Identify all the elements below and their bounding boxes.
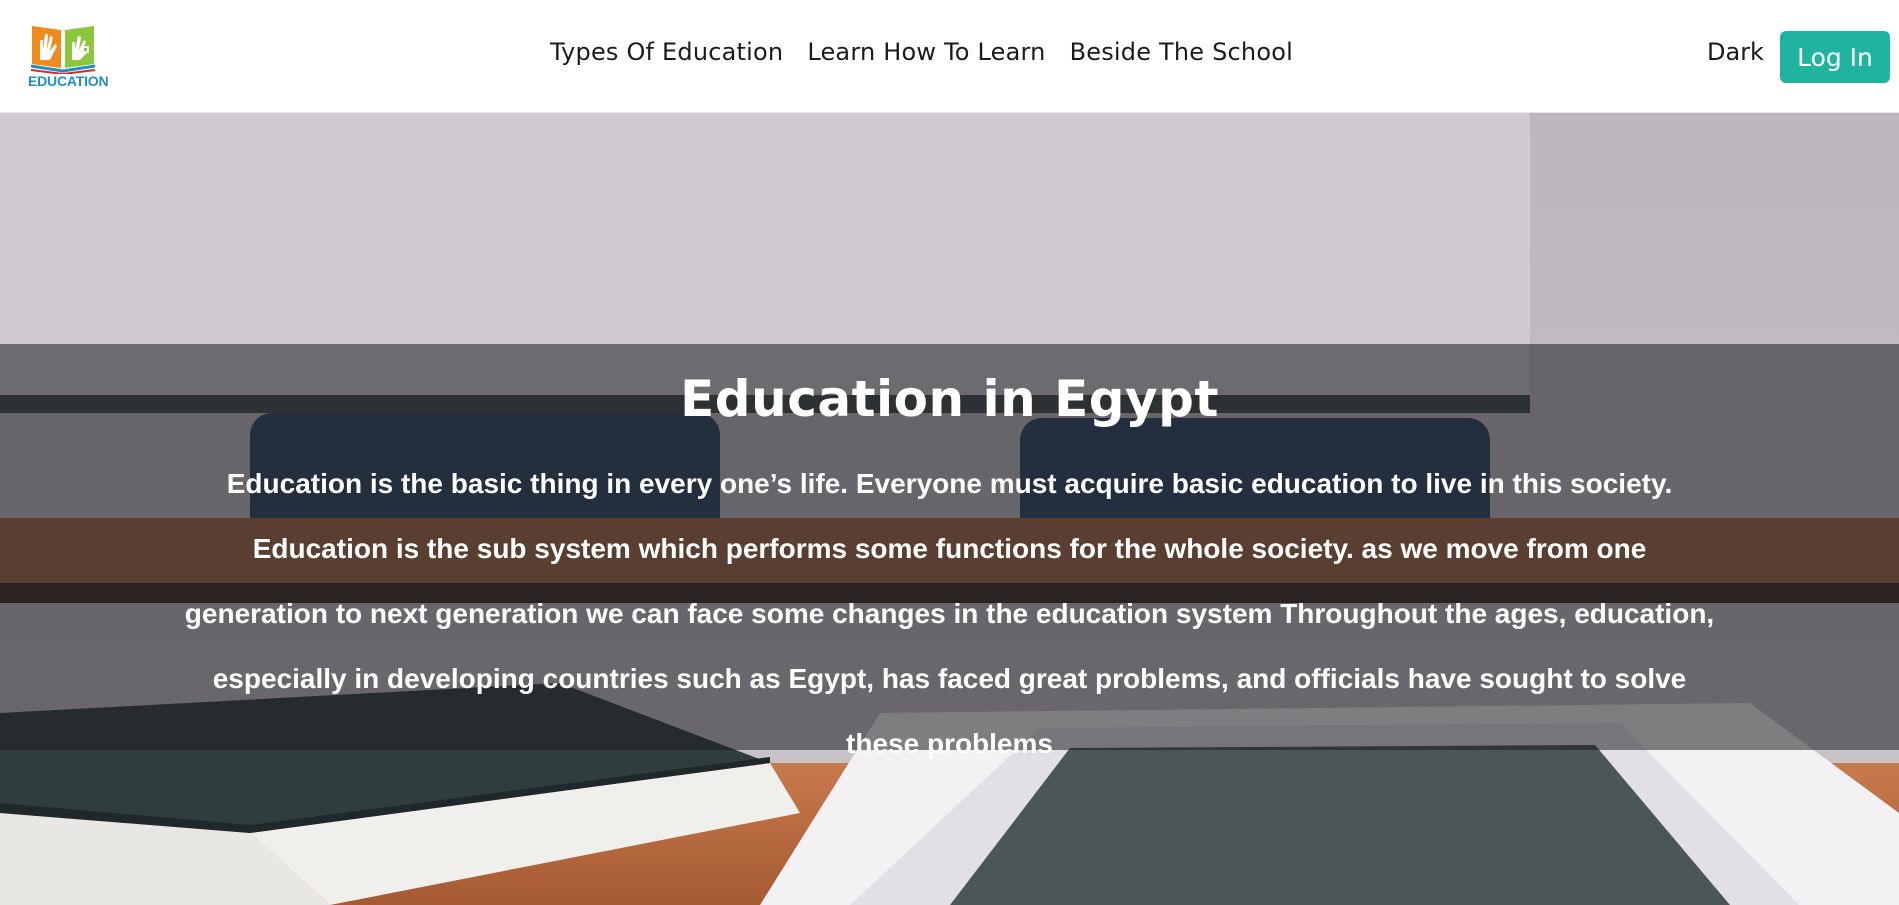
hero-section: Education in Egypt Education is the basi… <box>0 113 1899 905</box>
login-button[interactable]: Log In <box>1780 31 1890 83</box>
hero-title: Education in Egypt <box>680 370 1219 428</box>
education-logo[interactable]: EDUCATION <box>28 20 109 92</box>
hero-paragraph: Education is the basic thing in every on… <box>184 468 1715 759</box>
nav-learn-how-to-learn[interactable]: Learn How To Learn <box>807 38 1045 66</box>
main-nav: Types Of Education Learn How To Learn Be… <box>550 38 1317 66</box>
nav-types-of-education[interactable]: Types Of Education <box>550 38 783 66</box>
dark-mode-toggle[interactable]: Dark <box>1707 38 1764 66</box>
nav-beside-the-school[interactable]: Beside The School <box>1070 38 1293 66</box>
navbar: EDUCATION Types Of Education Learn How T… <box>0 0 1899 113</box>
logo-text: EDUCATION <box>28 73 109 89</box>
book-hands-logo-icon <box>30 26 96 76</box>
